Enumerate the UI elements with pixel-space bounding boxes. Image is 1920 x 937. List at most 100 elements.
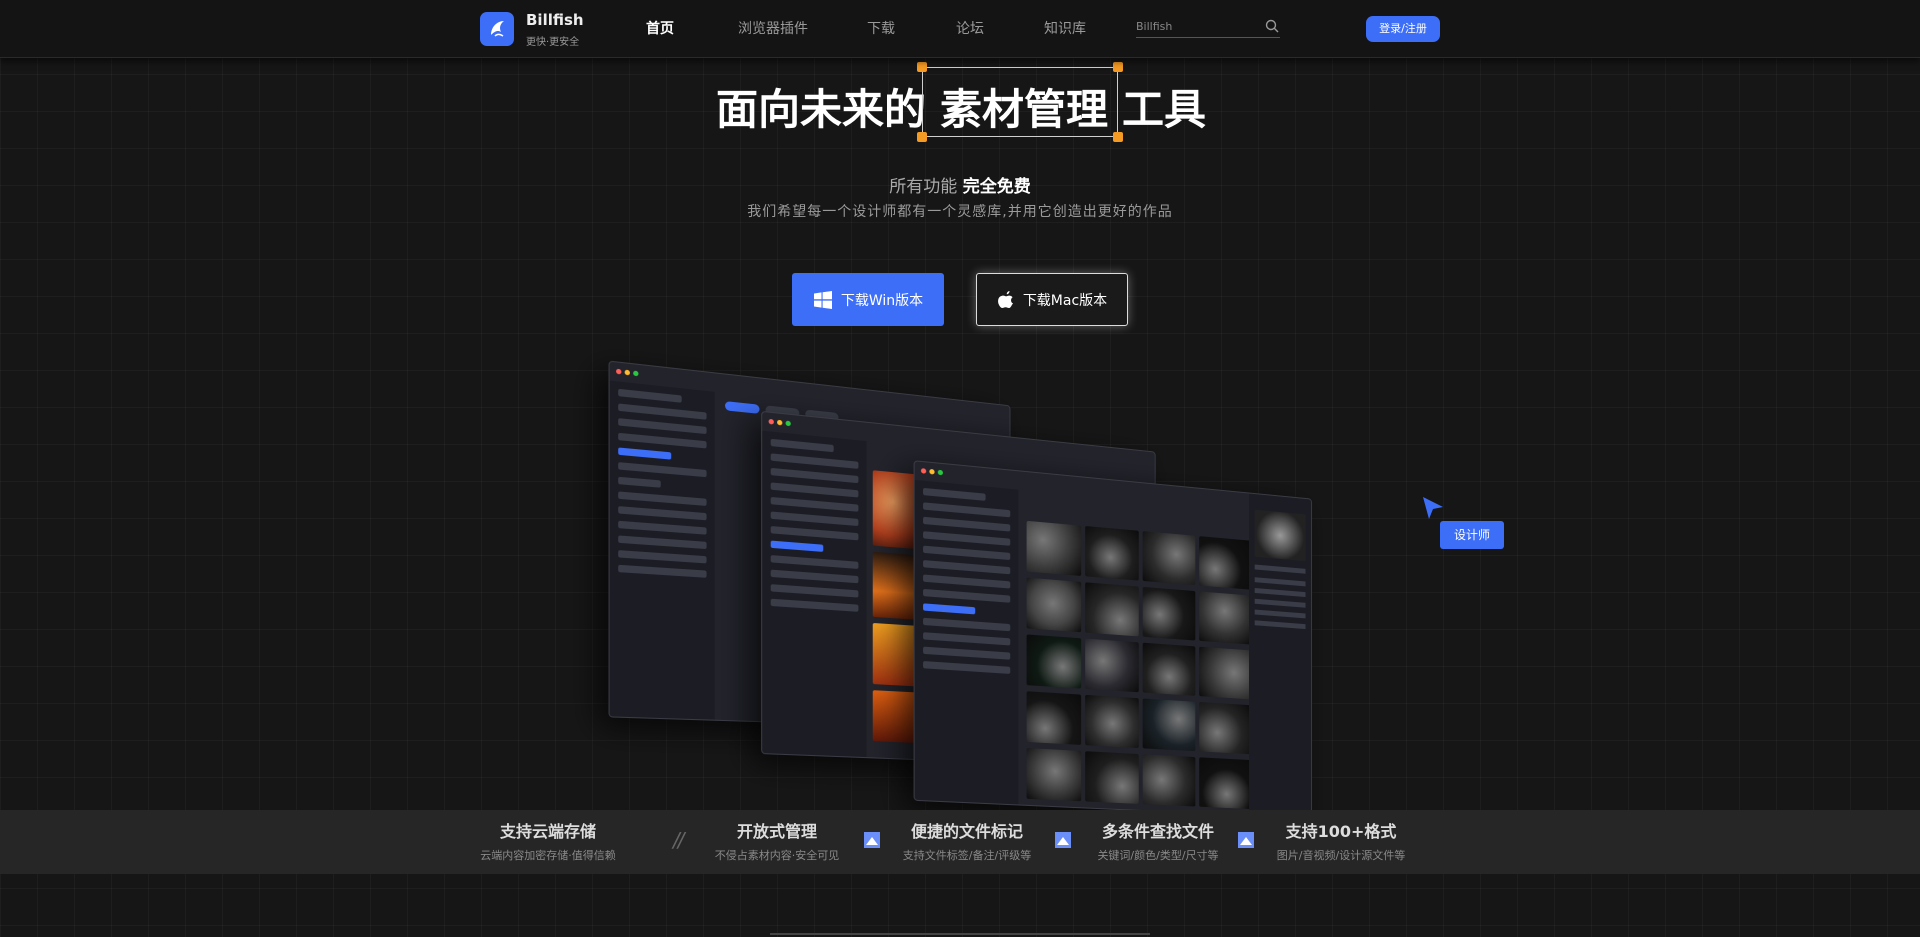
hero-description: 我们希望每一个设计师都有一个灵感库,并用它创造出更好的作品 (0, 201, 1920, 221)
info-row (1255, 599, 1306, 608)
resize-handle (1113, 132, 1123, 142)
thumbnail (1199, 702, 1251, 754)
brand-name[interactable]: Billfish (526, 11, 584, 29)
sidebar-row (618, 418, 706, 434)
thumbnail (1143, 587, 1196, 641)
sidebar-row (618, 389, 681, 403)
thumbnail (1027, 748, 1082, 801)
sidebar-row (923, 647, 1010, 660)
feature-subtitle: 支持文件标签/备注/评级等 (882, 847, 1052, 863)
sidebar-row (923, 488, 986, 501)
feature-divider-icon (1236, 830, 1256, 850)
cursor-arrow-icon (1420, 495, 1446, 521)
app-sidebar (915, 480, 1019, 805)
thumbnail (1085, 639, 1139, 693)
thumbnail (1199, 536, 1251, 590)
sidebar-row (618, 521, 706, 535)
thumbnail (1199, 757, 1251, 809)
sidebar-row (923, 546, 1010, 560)
nav-download[interactable]: 下载 (867, 18, 895, 38)
site-header: Billfish 更快·更安全 首页 浏览器插件 下载 论坛 知识库 登录/注册 (0, 0, 1920, 58)
selection-frame (922, 67, 1118, 137)
feature-cloud-storage: 支持云端存储 云端内容加密存储·值得信赖 (463, 818, 633, 863)
download-mac-label: 下载Mac版本 (1023, 290, 1107, 310)
thumbnail (1143, 754, 1196, 806)
download-mac-button[interactable]: 下载Mac版本 (976, 273, 1128, 326)
feature-title: 便捷的文件标记 (882, 818, 1052, 842)
subhead-strong: 完全免费 (963, 177, 1031, 197)
sidebar-row (771, 497, 859, 512)
designer-cursor-tag: 设计师 (1440, 521, 1504, 549)
resize-handle (917, 62, 927, 72)
apple-icon (997, 290, 1015, 310)
sidebar-row (923, 632, 1010, 645)
nav-forum[interactable]: 论坛 (956, 18, 984, 38)
download-win-label: 下载Win版本 (841, 290, 923, 310)
info-row (1255, 588, 1306, 597)
thumbnail (1085, 751, 1139, 804)
thumbnail (1143, 643, 1196, 696)
login-register-button[interactable]: 登录/注册 (1366, 16, 1440, 42)
search-icon[interactable] (1264, 18, 1280, 34)
info-row (1255, 577, 1306, 586)
preview-thumb (1255, 510, 1306, 561)
tab-pill (725, 401, 759, 414)
sidebar-row (618, 565, 706, 578)
sidebar-row (618, 506, 706, 520)
feature-subtitle: 关键词/颜色/类型/尺寸等 (1073, 847, 1243, 863)
sidebar-row (771, 570, 859, 584)
sidebar-row (618, 447, 671, 459)
feature-subtitle: 云端内容加密存储·值得信赖 (463, 847, 633, 863)
app-sidebar (762, 431, 866, 757)
thumbnail (1199, 591, 1251, 644)
feature-divider-icon (1053, 830, 1073, 850)
nav-home[interactable]: 首页 (646, 18, 674, 38)
thumbnail (1027, 634, 1082, 688)
sidebar-row (923, 517, 1010, 532)
feature-subtitle: 不侵占素材内容·安全可见 (692, 847, 862, 863)
window-controls (616, 369, 638, 377)
download-win-button[interactable]: 下载Win版本 (792, 273, 944, 326)
info-row (1255, 610, 1306, 619)
feature-subtitle: 图片/音视频/设计源文件等 (1256, 847, 1426, 863)
sidebar-row (923, 603, 975, 614)
thumbnail (1143, 698, 1196, 751)
thumbnail (1085, 695, 1139, 748)
sidebar-row (771, 468, 859, 483)
sidebar-row (618, 491, 706, 505)
sidebar-row (771, 541, 824, 552)
sidebar-row (923, 574, 1010, 588)
thumbnail (1027, 578, 1082, 633)
search-input[interactable] (1136, 17, 1256, 35)
sidebar-row (771, 453, 859, 469)
brand-slogan: 更快·更安全 (526, 33, 579, 48)
thumbnail (1199, 647, 1251, 700)
sidebar-row (771, 526, 859, 540)
thumbnail (1027, 691, 1082, 745)
feature-title: 多条件查找文件 (1073, 818, 1243, 842)
hero-subhead: 所有功能 完全免费 (0, 172, 1920, 197)
sidebar-row (618, 462, 706, 477)
feature-bar: 支持云端存储 云端内容加密存储·值得信赖 // 开放式管理 不侵占素材内容·安全… (0, 810, 1920, 874)
resize-handle (917, 132, 927, 142)
info-row (1255, 565, 1306, 574)
nav-knowledge-base[interactable]: 知识库 (1044, 18, 1086, 38)
inspector-panel (1249, 494, 1311, 818)
sidebar-row (618, 477, 661, 488)
subhead-normal: 所有功能 (889, 177, 957, 197)
feature-open-management: 开放式管理 不侵占素材内容·安全可见 (692, 818, 862, 863)
billfish-logo-icon[interactable] (480, 12, 514, 46)
feature-title: 开放式管理 (692, 818, 862, 842)
thumbnail (1085, 526, 1139, 581)
feature-multi-search: 多条件查找文件 关键词/颜色/类型/尺寸等 (1073, 818, 1243, 863)
sidebar-row (771, 511, 859, 526)
window-controls (921, 468, 943, 475)
nav-browser-plugin[interactable]: 浏览器插件 (738, 18, 808, 38)
sidebar-row (618, 403, 706, 419)
bottom-divider (770, 933, 1150, 935)
sidebar-row (771, 584, 859, 597)
feature-divider-icon: // (673, 828, 682, 852)
app-sidebar (610, 381, 715, 720)
thumbnail (1027, 521, 1082, 576)
feature-title: 支持100+格式 (1256, 818, 1426, 842)
